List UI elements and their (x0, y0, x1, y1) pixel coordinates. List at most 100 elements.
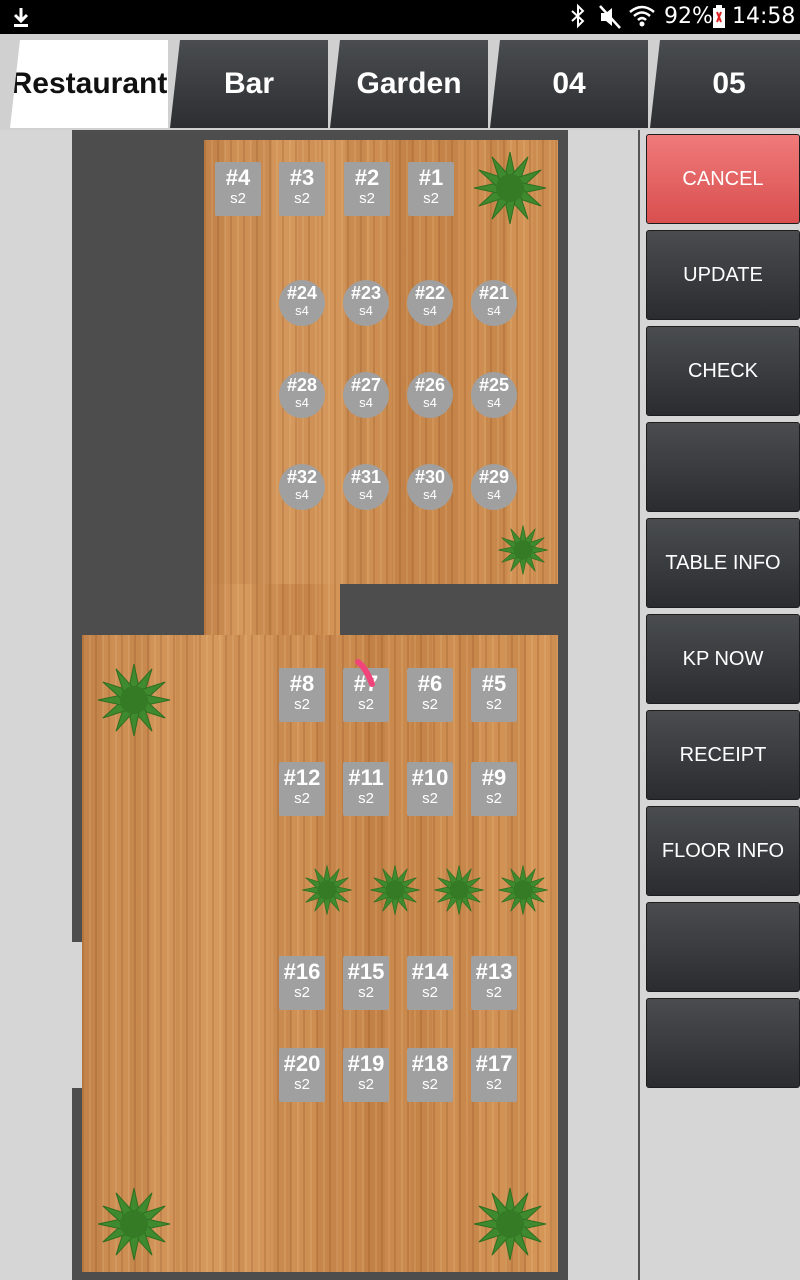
table-number: #30 (414, 467, 446, 487)
table-15[interactable]: #15 s2 (343, 956, 389, 1010)
table-number: #29 (478, 467, 510, 487)
table-number: #22 (414, 283, 446, 303)
table-seats: s4 (487, 303, 501, 318)
kp-now-button[interactable]: KP NOW (646, 614, 800, 704)
table-number: #13 (475, 959, 513, 984)
table-seats: s2 (358, 696, 374, 713)
table-number: #15 (347, 959, 385, 984)
table-27[interactable]: #27 s4 (343, 372, 389, 418)
table-23[interactable]: #23 s4 (343, 280, 389, 326)
plant-icon (302, 865, 352, 915)
table-14[interactable]: #14 s2 (407, 956, 453, 1010)
tab-restaurant[interactable]: Restaurant (10, 40, 168, 128)
table-8[interactable]: #8 s2 (279, 668, 325, 722)
table-number: #1 (418, 165, 444, 190)
table-seats: s2 (230, 190, 246, 207)
clock: 14:58 (732, 4, 796, 29)
table-number: #14 (411, 959, 449, 984)
wifi-icon (628, 0, 656, 34)
table-seats: s4 (295, 395, 309, 410)
floor-tab-bar: Restaurant Bar Garden 04 05 (0, 34, 800, 130)
table-number: #19 (347, 1051, 385, 1076)
table-32[interactable]: #32 s4 (279, 464, 325, 510)
wall-gap (340, 584, 558, 634)
receipt-button[interactable]: RECEIPT (646, 710, 800, 800)
table-seats: s4 (295, 487, 309, 502)
table-number: #26 (414, 375, 446, 395)
tab-04[interactable]: 04 (490, 40, 648, 128)
wall-notch (72, 942, 82, 1088)
table-seats: s2 (294, 190, 310, 207)
table-28[interactable]: #28 s4 (279, 372, 325, 418)
table-seats: s4 (359, 487, 373, 502)
table-11[interactable]: #11 s2 (343, 762, 389, 816)
table-16[interactable]: #16 s2 (279, 956, 325, 1010)
empty-button-2[interactable] (646, 902, 800, 992)
table-number: #20 (283, 1051, 321, 1076)
check-button[interactable]: CHECK (646, 326, 800, 416)
table-seats: s4 (295, 303, 309, 318)
tab-garden[interactable]: Garden (330, 40, 488, 128)
cancel-button[interactable]: CANCEL (646, 134, 800, 224)
table-info-button[interactable]: TABLE INFO (646, 518, 800, 608)
update-button[interactable]: UPDATE (646, 230, 800, 320)
table-30[interactable]: #30 s4 (407, 464, 453, 510)
table-5[interactable]: #5 s2 (471, 668, 517, 722)
table-seats: s2 (486, 1076, 502, 1093)
table-number: #17 (475, 1051, 513, 1076)
table-number: #32 (286, 467, 318, 487)
table-29[interactable]: #29 s4 (471, 464, 517, 510)
table-4[interactable]: #4 s2 (215, 162, 261, 216)
table-26[interactable]: #26 s4 (407, 372, 453, 418)
plant-icon (498, 525, 548, 575)
plant-icon (473, 151, 547, 225)
table-1[interactable]: #1 s2 (408, 162, 454, 216)
table-seats: s2 (486, 984, 502, 1001)
table-seats: s2 (486, 696, 502, 713)
touch-pointer-icon (355, 659, 375, 687)
table-25[interactable]: #25 s4 (471, 372, 517, 418)
table-seats: s4 (359, 303, 373, 318)
plant-icon (370, 865, 420, 915)
table-number: #9 (481, 765, 507, 790)
floor-info-button[interactable]: FLOOR INFO (646, 806, 800, 896)
floor-plan: #4 s2 #3 s2 #2 s2 #1 s2 #24 s4 #23 s4 #22 s4 #2… (72, 130, 568, 1280)
table-number: #12 (283, 765, 321, 790)
table-24[interactable]: #24 s4 (279, 280, 325, 326)
table-seats: s2 (358, 984, 374, 1001)
table-2[interactable]: #2 s2 (344, 162, 390, 216)
table-seats: s4 (423, 487, 437, 502)
table-number: #25 (478, 375, 510, 395)
table-6[interactable]: #6 s2 (407, 668, 453, 722)
table-19[interactable]: #19 s2 (343, 1048, 389, 1102)
table-17[interactable]: #17 s2 (471, 1048, 517, 1102)
table-31[interactable]: #31 s4 (343, 464, 389, 510)
table-number: #27 (350, 375, 382, 395)
empty-button-1[interactable] (646, 422, 800, 512)
table-seats: s2 (486, 790, 502, 807)
empty-button-3[interactable] (646, 998, 800, 1088)
table-seats: s4 (487, 487, 501, 502)
table-18[interactable]: #18 s2 (407, 1048, 453, 1102)
table-number: #6 (417, 671, 443, 696)
table-number: #21 (478, 283, 510, 303)
table-3[interactable]: #3 s2 (279, 162, 325, 216)
plant-icon (97, 663, 171, 737)
table-seats: s2 (423, 190, 439, 207)
table-seats: s2 (294, 984, 310, 1001)
tab-05[interactable]: 05 (650, 40, 800, 128)
table-20[interactable]: #20 s2 (279, 1048, 325, 1102)
table-12[interactable]: #12 s2 (279, 762, 325, 816)
table-21[interactable]: #21 s4 (471, 280, 517, 326)
table-number: #23 (350, 283, 382, 303)
table-number: #28 (286, 375, 318, 395)
table-13[interactable]: #13 s2 (471, 956, 517, 1010)
table-seats: s2 (422, 790, 438, 807)
table-seats: s2 (422, 984, 438, 1001)
table-9[interactable]: #9 s2 (471, 762, 517, 816)
table-number: #2 (354, 165, 380, 190)
table-22[interactable]: #22 s4 (407, 280, 453, 326)
table-number: #4 (225, 165, 251, 190)
tab-bar[interactable]: Bar (170, 40, 328, 128)
table-10[interactable]: #10 s2 (407, 762, 453, 816)
